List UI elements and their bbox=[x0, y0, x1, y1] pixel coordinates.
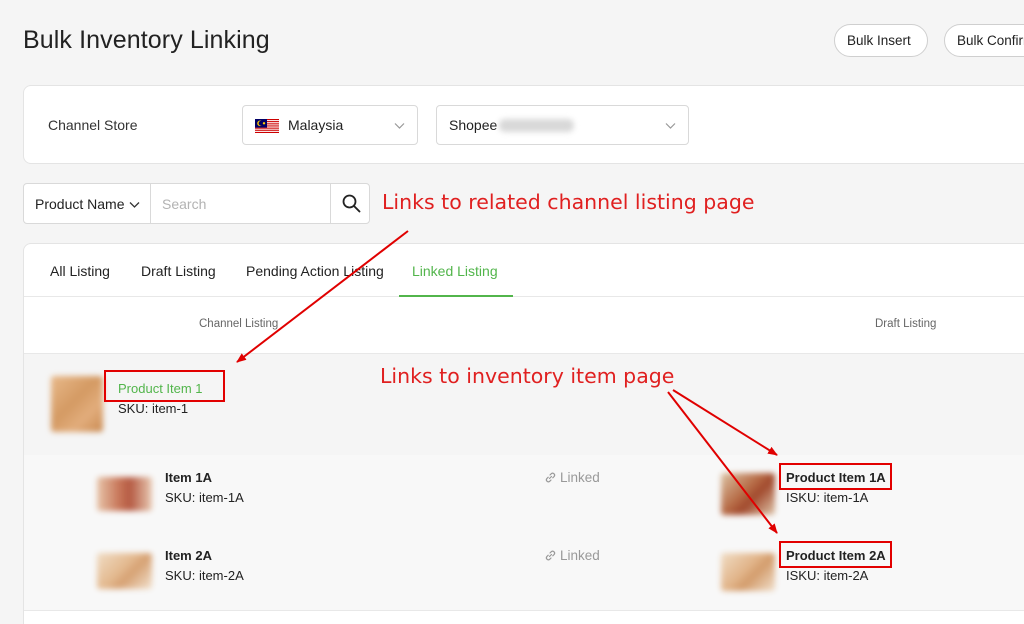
child-listing-row: Item 1A SKU: item-1A Linked Product Item… bbox=[24, 455, 1024, 533]
channel-listing-link[interactable]: Product Item 1 bbox=[118, 381, 203, 396]
item-thumbnail bbox=[97, 477, 152, 511]
annotation-inventory-note: Links to inventory item page bbox=[380, 364, 675, 388]
store-name-redacted bbox=[499, 119, 574, 132]
tab-all-listing[interactable]: All Listing bbox=[50, 263, 110, 279]
bulk-insert-button[interactable]: Bulk Insert bbox=[834, 24, 928, 57]
chevron-down-icon bbox=[394, 123, 405, 129]
link-status-label: Linked bbox=[560, 548, 600, 563]
link-status: Linked bbox=[544, 470, 600, 485]
child-item-name: Item 2A bbox=[165, 548, 212, 563]
inventory-thumbnail bbox=[721, 473, 775, 515]
search-icon bbox=[342, 194, 361, 213]
inventory-isku: ISKU: item-1A bbox=[786, 490, 869, 505]
link-status-label: Linked bbox=[560, 470, 600, 485]
column-channel-listing: Channel Listing bbox=[199, 318, 279, 330]
tab-pending-action-listing[interactable]: Pending Action Listing bbox=[246, 263, 384, 279]
parent-sku: SKU: item-1 bbox=[118, 401, 189, 416]
inventory-item-link[interactable]: Product Item 1A bbox=[786, 470, 886, 485]
tab-draft-listing[interactable]: Draft Listing bbox=[141, 263, 216, 279]
child-sku: SKU: item-2A bbox=[165, 568, 244, 583]
chevron-down-icon bbox=[665, 123, 676, 129]
page-title: Bulk Inventory Linking bbox=[23, 26, 270, 54]
annotation-channel-note: Links to related channel listing page bbox=[382, 190, 755, 214]
search-field-label: Product Name bbox=[35, 196, 125, 212]
link-icon bbox=[545, 550, 556, 561]
child-item-name: Item 1A bbox=[165, 470, 212, 485]
search-button[interactable] bbox=[330, 184, 370, 223]
malaysia-flag-icon bbox=[255, 119, 279, 134]
inventory-thumbnail bbox=[721, 553, 775, 591]
link-icon bbox=[545, 472, 556, 483]
listing-tabs: All Listing Draft Listing Pending Action… bbox=[24, 244, 1024, 297]
child-listing-row: Item 2A SKU: item-2A Linked Product Item… bbox=[24, 533, 1024, 611]
listing-card: All Listing Draft Listing Pending Action… bbox=[23, 243, 1024, 624]
item-thumbnail bbox=[97, 553, 152, 589]
tab-linked-listing[interactable]: Linked Listing bbox=[412, 263, 498, 279]
bulk-confirm-button[interactable]: Bulk Confirm bbox=[944, 24, 1024, 57]
country-select[interactable]: Malaysia bbox=[242, 105, 418, 145]
child-sku: SKU: item-1A bbox=[165, 490, 244, 505]
inventory-item-link[interactable]: Product Item 2A bbox=[786, 548, 886, 563]
store-select[interactable]: Shopee bbox=[436, 105, 689, 145]
column-draft-listing: Draft Listing bbox=[875, 318, 937, 330]
chevron-down-icon bbox=[129, 202, 140, 208]
search-bar: Product Name bbox=[23, 183, 370, 224]
search-input[interactable] bbox=[151, 184, 330, 223]
search-field-select[interactable]: Product Name bbox=[24, 184, 151, 223]
store-select-value: Shopee bbox=[449, 117, 498, 133]
product-thumbnail bbox=[51, 376, 103, 432]
column-header: Channel Listing Draft Listing bbox=[24, 297, 1024, 354]
country-select-value: Malaysia bbox=[288, 117, 344, 133]
channel-store-label: Channel Store bbox=[48, 117, 138, 133]
channel-store-card: Channel Store Malaysia Shopee bbox=[23, 85, 1024, 164]
inventory-isku: ISKU: item-2A bbox=[786, 568, 869, 583]
link-status: Linked bbox=[544, 548, 600, 563]
